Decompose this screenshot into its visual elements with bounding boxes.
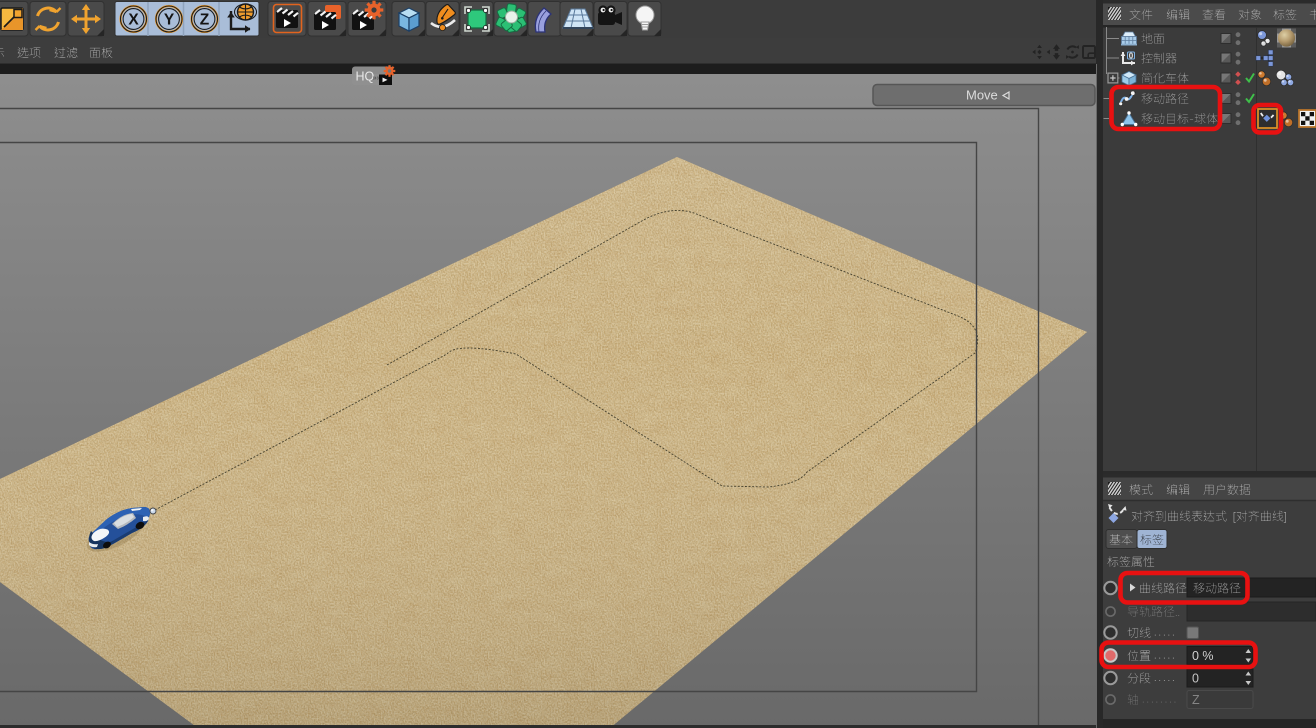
svg-text:Move: Move [966,88,998,103]
svg-text:0: 0 [1192,672,1199,686]
svg-text:Z: Z [200,12,210,29]
svg-text:0 %: 0 % [1192,649,1214,663]
svg-text:Y: Y [164,12,175,29]
svg-text:Z: Z [1192,693,1200,707]
svg-text:X: X [128,12,139,29]
svg-text:0: 0 [1129,52,1134,61]
